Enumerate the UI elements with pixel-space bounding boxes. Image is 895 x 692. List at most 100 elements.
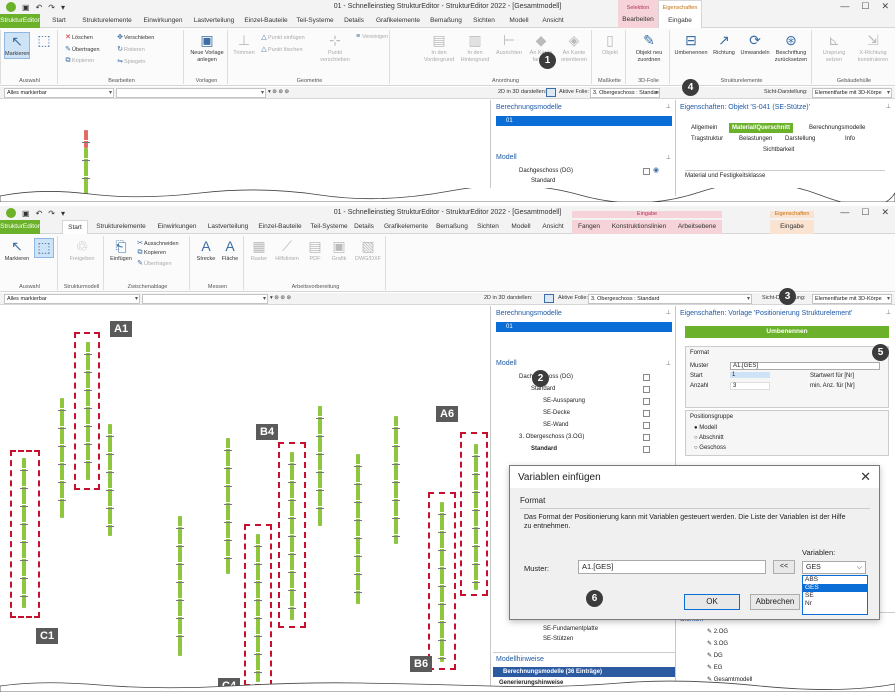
column[interactable] bbox=[176, 516, 184, 656]
close-icon[interactable]: ✕ bbox=[881, 207, 889, 218]
column[interactable] bbox=[106, 424, 114, 536]
grafik-button[interactable]: ▣ Grafik bbox=[328, 238, 350, 263]
maximize-icon[interactable]: ☐ bbox=[861, 1, 869, 12]
save-icon[interactable]: ▣ bbox=[22, 209, 30, 218]
select-mode-button[interactable]: ⬚ bbox=[34, 238, 54, 258]
strecke-button[interactable]: A Strecke bbox=[194, 238, 218, 263]
minimize-icon[interactable]: — bbox=[840, 207, 849, 218]
props-tab-belastungen[interactable]: Belastungen bbox=[739, 136, 772, 142]
ok-button[interactable]: OK bbox=[684, 594, 740, 610]
ursprung-setzen-button[interactable]: ⊾ Ursprung setzen bbox=[816, 32, 852, 63]
tab-modell[interactable]: Modell bbox=[504, 14, 534, 28]
visibility-checkbox[interactable] bbox=[643, 410, 650, 417]
punkt-verschieben-button[interactable]: ⊹ Punkt verschieben bbox=[318, 32, 352, 63]
option-abs[interactable]: ABS bbox=[803, 576, 867, 584]
tab-einzel-bauteile[interactable]: Einzel-Bauteile bbox=[242, 14, 290, 28]
tab-fangen[interactable]: Fangen bbox=[572, 220, 606, 234]
tab-konstruktionslinien[interactable]: Konstruktionslinien bbox=[606, 220, 672, 234]
visibility-checkbox[interactable] bbox=[643, 168, 650, 175]
sicht-combo[interactable]: Elementfarbe mit 3D-Körpe bbox=[812, 294, 892, 304]
tree-3og[interactable]: 3. Obergeschoss (3.OG) bbox=[519, 434, 584, 440]
tab-details[interactable]: Details bbox=[340, 14, 368, 28]
berechnungsmodell-row[interactable]: 01 bbox=[496, 116, 672, 126]
vereinigen-button[interactable]: ≡ Vereinigen bbox=[354, 33, 388, 40]
empty-combo[interactable] bbox=[116, 88, 266, 98]
selection-filter-combo[interactable]: Alles markierbar bbox=[4, 88, 114, 98]
tab-einzel-bauteile[interactable]: Einzel-Bauteile bbox=[256, 220, 304, 234]
ausrichten-button[interactable]: ⊢ Ausrichten bbox=[494, 32, 524, 57]
tree-dachgeschoss[interactable]: Dachgeschoss (DG) bbox=[519, 168, 573, 174]
save-icon[interactable]: ▣ bbox=[22, 3, 30, 12]
tab-app[interactable]: StrukturEditor bbox=[0, 14, 40, 28]
flaeche-button[interactable]: A Fläche bbox=[218, 238, 242, 263]
muster-input[interactable]: A1.[GES] bbox=[578, 560, 766, 574]
props-tab-darstellung[interactable]: Darstellung bbox=[785, 136, 815, 142]
hintergrund-button[interactable]: ▥ In den Hintergrund bbox=[458, 32, 492, 63]
pdf-button[interactable]: ▤ PDF bbox=[304, 238, 326, 263]
richtung-button[interactable]: ↗ Richtung bbox=[710, 32, 738, 57]
variablen-select[interactable]: GES ⌵ bbox=[802, 561, 866, 574]
empty-combo[interactable] bbox=[142, 294, 268, 304]
uebertragen-button[interactable]: ✎Übertragen bbox=[64, 45, 99, 53]
visibility-checkbox[interactable] bbox=[643, 434, 650, 441]
tree-se-aussparung[interactable]: SE-Aussparung bbox=[543, 398, 585, 404]
kopieren-button[interactable]: ⧉ Kopieren bbox=[64, 57, 95, 65]
tab-lastverteilung[interactable]: Lastverteilung bbox=[204, 220, 252, 234]
sicht-2og[interactable]: ✎ 2.OG bbox=[707, 628, 728, 635]
tree-se-wand[interactable]: SE-Wand bbox=[543, 422, 568, 428]
column[interactable] bbox=[58, 398, 66, 518]
sicht-3og[interactable]: ✎ 3.OG bbox=[707, 640, 728, 647]
umbenennen-button[interactable]: ⊟ Umbenennen bbox=[674, 32, 708, 57]
sicht-combo[interactable]: Elementfarbe mit 3D-Körpe bbox=[812, 88, 892, 98]
tab-modell[interactable]: Modell bbox=[506, 220, 536, 234]
tab-arbeitsebene[interactable]: Arbeitsebene bbox=[672, 220, 722, 234]
verschieben-button[interactable]: ✥Verschieben bbox=[116, 33, 154, 41]
option-se[interactable]: SE bbox=[803, 592, 867, 600]
pin-icon[interactable]: ⊥ bbox=[666, 103, 671, 110]
tab-sichten[interactable]: Sichten bbox=[472, 220, 504, 234]
tab-einwirkungen[interactable]: Einwirkungen bbox=[140, 14, 186, 28]
selected-column[interactable] bbox=[82, 130, 90, 148]
aktive-folie-combo[interactable]: 3. Obergeschoss : Standard bbox=[590, 88, 660, 98]
top-canvas[interactable] bbox=[0, 100, 491, 196]
radio-geschoss[interactable]: ○ Geschoss bbox=[694, 445, 726, 451]
minimize-icon[interactable]: — bbox=[840, 1, 849, 12]
loeschen-button[interactable]: ✕Löschen bbox=[64, 33, 93, 41]
raster-button[interactable]: ▦ Raster bbox=[248, 238, 270, 263]
tab-bemassung[interactable]: Bemaßung bbox=[428, 14, 464, 28]
search-tools[interactable]: ▾ ⊚ ⊚ ⊚ bbox=[270, 295, 291, 301]
props-tab-info[interactable]: Info bbox=[845, 136, 855, 142]
column[interactable] bbox=[392, 416, 400, 544]
tab-lastverteilung[interactable]: Lastverteilung bbox=[190, 14, 238, 28]
aktive-folie-combo[interactable]: 3. Obergeschoss : Standard bbox=[588, 294, 752, 304]
eye-icon[interactable]: ◉ bbox=[653, 166, 659, 174]
vordergrund-button[interactable]: ▤ In den Vordergrund bbox=[422, 32, 456, 63]
column[interactable] bbox=[316, 406, 324, 526]
props-tab-allgemein[interactable]: Allgemein bbox=[691, 125, 717, 131]
beschriftung-zuruecksetzen-button[interactable]: ⊛ Beschriftung zurücksetzen bbox=[772, 32, 810, 63]
props-tab-material[interactable]: Material/Querschnitt bbox=[729, 123, 794, 133]
properties-pin-icon[interactable]: ⊥ bbox=[886, 309, 891, 316]
tab-start[interactable]: Start bbox=[62, 220, 88, 234]
an-kante-orientieren-button[interactable]: ◈ An Kante orientieren bbox=[558, 32, 590, 63]
hilfslinien-button[interactable]: ⟋ Hilfslinien bbox=[272, 238, 302, 263]
markieren-button[interactable]: ↖ Markieren bbox=[4, 238, 30, 263]
x-richtung-button[interactable]: ⇲ X-Richtung konstruieren bbox=[854, 32, 892, 63]
uebertragen-button[interactable]: ✎Übertragen bbox=[136, 259, 171, 267]
sicht-dg[interactable]: ✎ DG bbox=[707, 652, 723, 659]
einfuegen-button[interactable]: ⎗ Einfügen bbox=[108, 238, 134, 263]
tree-se-stuetzen[interactable]: SE-Stützen bbox=[543, 636, 573, 642]
redo-icon[interactable]: ↷ bbox=[48, 209, 55, 218]
markieren-button[interactable]: ↖ Markieren bbox=[4, 32, 30, 59]
tab-details[interactable]: Details bbox=[350, 220, 378, 234]
close-icon[interactable]: ✕ bbox=[881, 1, 889, 12]
props-tab-tragstruktur[interactable]: Tragstruktur bbox=[691, 136, 723, 142]
spiegeln-button[interactable]: ⇋Spiegeln bbox=[116, 57, 145, 65]
radio-modell[interactable]: ● Modell bbox=[694, 425, 717, 431]
modell-pin-icon[interactable]: ⊥ bbox=[666, 154, 671, 161]
sicht-eg[interactable]: ✎ EG bbox=[707, 664, 722, 671]
props-tab-sichtbarkeit[interactable]: Sichtbarkeit bbox=[763, 147, 794, 153]
props-section-material[interactable]: Material und Festigkeitsklasse bbox=[685, 170, 885, 179]
customize-icon[interactable]: ▾ bbox=[61, 3, 65, 12]
selection-filter-combo[interactable]: Alles markierbar bbox=[4, 294, 140, 304]
